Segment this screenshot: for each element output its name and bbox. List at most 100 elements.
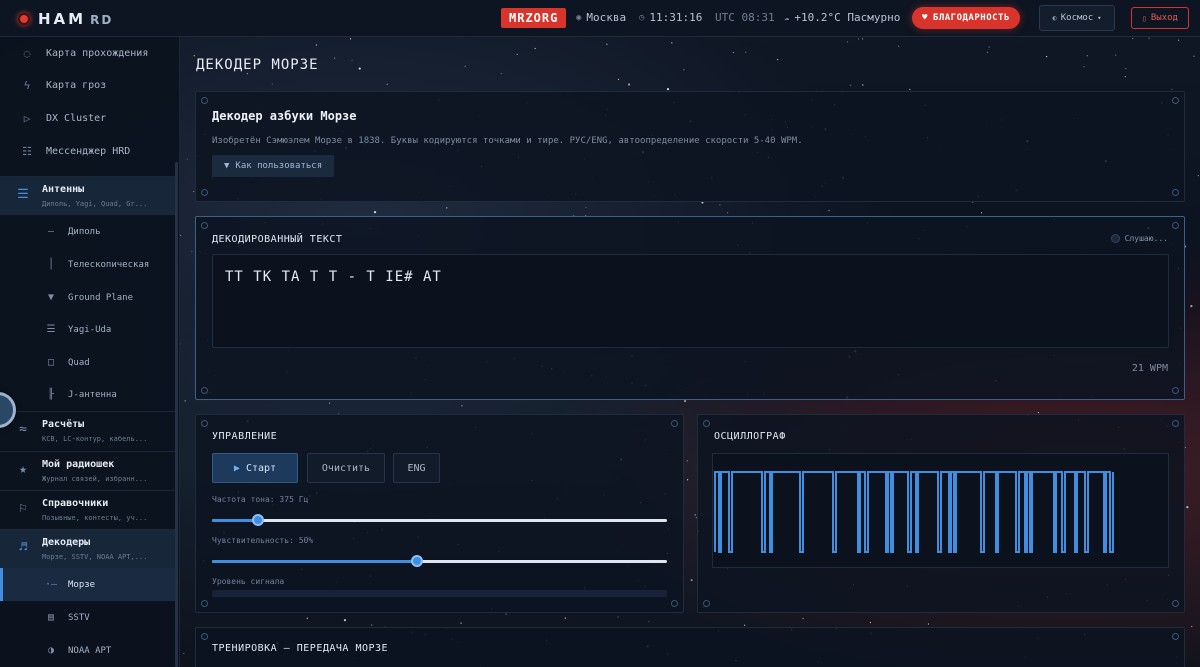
star: [184, 400, 186, 402]
star: [988, 46, 990, 48]
sidebar-item-dx-cluster[interactable]: ▷ DX Cluster: [18, 110, 179, 126]
logo[interactable]: HAM RD: [18, 10, 113, 28]
door-icon: ▯: [1142, 13, 1147, 23]
sidebar-item-ground-plane[interactable]: ▼ Ground Plane: [0, 281, 175, 314]
dash-icon: —: [47, 226, 55, 237]
sidebar-group-references[interactable]: ⚐ Справочники Позывные, контесты, уч...: [0, 490, 175, 529]
star: [986, 51, 989, 54]
compass-icon: ◌: [23, 46, 31, 60]
star: [802, 617, 804, 620]
thanks-button[interactable]: ♥ БЛАГОДАРНОСТЬ: [912, 7, 1020, 29]
triangle-down-icon: ▼: [224, 161, 230, 171]
star: [585, 207, 587, 209]
sidebar-item-label: Карта прохождения: [46, 47, 149, 59]
callsign-badge[interactable]: MRZORG: [501, 8, 567, 28]
sidebar-item-label: NOAA APT: [68, 645, 112, 656]
star: [1124, 76, 1126, 78]
theme-select[interactable]: ◐ Космос ▾: [1039, 5, 1115, 31]
oscilloscope-trace: [714, 471, 1114, 553]
sidebar-item-storm-map[interactable]: ϟ Карта гроз: [18, 77, 179, 93]
star: [1083, 66, 1085, 68]
clear-button[interactable]: Очистить: [307, 453, 385, 483]
sidebar-item-label: SSTV: [68, 612, 90, 623]
sidebar-item-propagation-map[interactable]: ◌ Карта прохождения: [18, 45, 179, 61]
corner-bolt-icon: [671, 600, 678, 607]
group-title: Декодеры: [42, 537, 91, 548]
how-to-use-button[interactable]: ▼ Как пользоваться: [212, 155, 335, 177]
sidebar-item-label: DX Cluster: [46, 112, 107, 124]
star: [606, 43, 608, 45]
star: [306, 617, 308, 619]
sidebar-item-noaa-apt[interactable]: ◑ NOAA APT: [0, 634, 175, 667]
star: [1046, 56, 1048, 58]
star: [446, 207, 448, 209]
tone-label: Частота тона: 375 Гц: [212, 495, 309, 504]
sidebar-item-dipole[interactable]: — Диполь: [0, 215, 175, 248]
sidebar-item-label: Карта гроз: [46, 79, 107, 91]
sidebar-item-yagi[interactable]: ☰ Yagi-Uda: [0, 313, 175, 346]
decoded-text: TT TK TA T T - T IE# AT: [225, 269, 442, 285]
exit-label: Выход: [1150, 13, 1178, 23]
how-to-use-label: Как пользоваться: [235, 161, 323, 171]
city-text: Москва: [586, 11, 627, 24]
group-title: Антенны: [42, 184, 85, 195]
sidebar-item-telescopic[interactable]: │ Телескопическая: [0, 248, 175, 281]
corner-bolt-icon: [671, 420, 678, 427]
sidebar-item-label: Ground Plane: [68, 292, 134, 303]
sidebar-item-label: Quad: [68, 357, 90, 368]
star: [329, 402, 331, 404]
star: [980, 212, 983, 214]
star: [732, 51, 735, 54]
corner-bolt-icon: [201, 222, 208, 229]
corner-bolt-icon: [703, 600, 710, 607]
signal-level-label: Уровень сигнала: [212, 577, 285, 586]
sidebar-item-j-antenna[interactable]: ╟ J-антенна: [0, 378, 175, 411]
logo-suffix: RD: [90, 13, 114, 27]
signal-level-meter: [212, 590, 667, 597]
sidebar-item-morse[interactable]: ·— Морзе: [0, 568, 175, 601]
sidebar-group-antennas[interactable]: ☰ Антенны Диполь, Yagi, Quad, Gr...: [0, 176, 175, 215]
slider-thumb[interactable]: [251, 514, 264, 526]
star: [744, 624, 746, 626]
corner-bolt-icon: [1172, 420, 1179, 427]
slider-thumb[interactable]: [410, 555, 423, 567]
sidebar-item-label: Мессенджер HRD: [46, 145, 131, 157]
star: [666, 88, 670, 91]
sidebar-group-my-radio[interactable]: ★ Мой радиошек Журнал связей, избранн...: [0, 451, 175, 490]
star: [686, 479, 689, 481]
training-panel: ТРЕНИРОВКА — ПЕРЕДАЧА МОРЗЕ: [195, 627, 1185, 667]
star: [1037, 411, 1039, 414]
triangle-down-icon: ▼: [47, 292, 55, 303]
cloud-icon: ☁: [784, 12, 790, 23]
star: [271, 83, 274, 85]
moon-icon: ◐: [1052, 14, 1057, 22]
star: [690, 579, 693, 582]
start-button[interactable]: ▶ Старт: [212, 453, 298, 483]
sensitivity-slider[interactable]: [212, 555, 667, 567]
sidebar-group-decoders[interactable]: ♬ Декодеры Морзе, SSTV, NOAA APT,...: [0, 529, 175, 568]
star: [183, 652, 185, 655]
star: [719, 204, 721, 206]
star: [828, 210, 830, 212]
decoded-output[interactable]: TT TK TA T T - T IE# AT: [212, 254, 1169, 348]
sidebar-item-quad[interactable]: □ Quad: [0, 346, 175, 379]
sidebar-scrollbar[interactable]: [175, 162, 178, 667]
group-title: Расчёты: [42, 419, 85, 430]
star: [193, 55, 195, 57]
star: [683, 399, 687, 403]
sidebar-group-calcs[interactable]: ≈ Расчёты КСВ, LC-контур, кабель...: [0, 411, 175, 450]
exit-button[interactable]: ▯ Выход: [1131, 7, 1189, 29]
utc-time: UTC 08:31: [715, 11, 775, 24]
slider-fill: [212, 519, 258, 522]
sidebar-item-messenger[interactable]: ☷ Мессенджер HRD: [18, 143, 179, 159]
star: [898, 45, 900, 47]
star: [1197, 174, 1199, 177]
corner-bolt-icon: [201, 387, 208, 394]
sidebar-item-sstv[interactable]: ▤ SSTV: [0, 601, 175, 634]
star: [1171, 88, 1173, 90]
language-button[interactable]: ENG: [393, 453, 440, 483]
vertical-bar-icon: │: [47, 259, 55, 270]
decoded-title: ДЕКОДИРОВАННЫЙ ТЕКСТ: [212, 234, 343, 245]
tone-slider[interactable]: [212, 514, 667, 526]
clock-icon: ◷: [639, 12, 645, 23]
